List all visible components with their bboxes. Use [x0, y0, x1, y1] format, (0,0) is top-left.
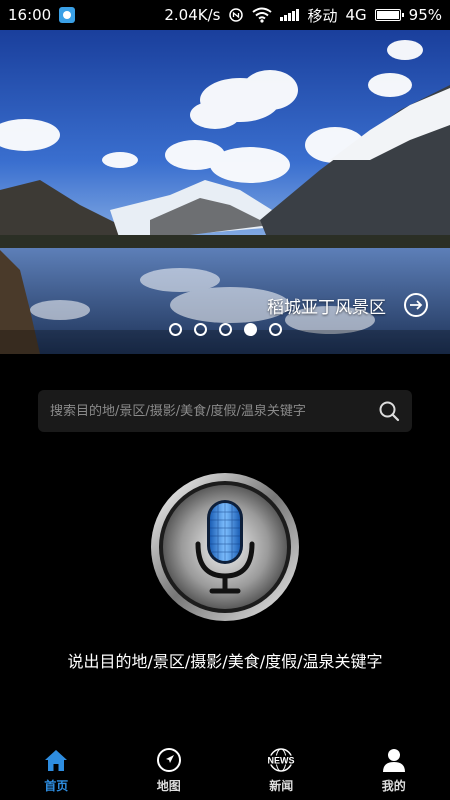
network-type: 4G	[345, 6, 367, 24]
banner-caption[interactable]: 稻城亚丁风景区	[267, 293, 386, 318]
voice-hint-text: 说出目的地/景区/摄影/美食/度假/温泉关键字	[67, 652, 383, 671]
battery-percent: 95%	[408, 6, 442, 24]
microphone-icon[interactable]	[150, 472, 300, 622]
app-badge-icon	[59, 7, 76, 23]
user-icon	[382, 749, 405, 772]
carousel-dot-active[interactable]	[243, 323, 257, 336]
status-time: 16:00	[8, 6, 52, 24]
carrier-name: 移动	[307, 6, 338, 25]
nav-label-profile: 我的	[381, 779, 406, 793]
status-left: 16:00	[8, 6, 76, 24]
carousel-indicators	[0, 323, 450, 336]
compass-icon	[156, 748, 181, 772]
home-icon	[45, 750, 68, 771]
status-right: 2.04K/s 移动 4G 95%	[164, 5, 442, 26]
nfc-icon	[229, 8, 244, 22]
carousel-dot[interactable]	[218, 323, 232, 336]
search-icon[interactable]	[378, 400, 400, 422]
network-speed: 2.04K/s	[164, 6, 221, 24]
news-icon: NEWS	[267, 748, 296, 772]
carousel-dot[interactable]	[268, 323, 282, 336]
nav-label-news: 新闻	[269, 779, 294, 793]
nav-item-news[interactable]: NEWS 新闻	[225, 738, 338, 800]
news-icon-text: NEWS	[268, 756, 295, 766]
battery-icon	[374, 9, 404, 21]
carousel-dot[interactable]	[193, 323, 207, 336]
search-bar[interactable]	[38, 390, 412, 432]
nav-item-map[interactable]: 地图	[113, 738, 226, 800]
signal-icon	[280, 9, 300, 21]
arrow-right-circle-icon[interactable]	[404, 293, 428, 317]
nav-item-profile[interactable]: 我的	[338, 738, 450, 800]
bottom-nav: 首页 地图 NEWS 新闻 我的	[0, 738, 450, 800]
carousel-dot[interactable]	[168, 323, 182, 336]
nav-label-map: 地图	[156, 779, 181, 793]
nav-item-home[interactable]: 首页	[0, 738, 113, 800]
search-input[interactable]	[50, 403, 378, 419]
nav-label-home: 首页	[44, 779, 69, 793]
banner-carousel[interactable]: 稻城亚丁风景区	[0, 30, 450, 354]
wifi-icon	[252, 7, 273, 23]
status-bar: 16:00 2.04K/s 移动 4G 95%	[0, 0, 450, 30]
